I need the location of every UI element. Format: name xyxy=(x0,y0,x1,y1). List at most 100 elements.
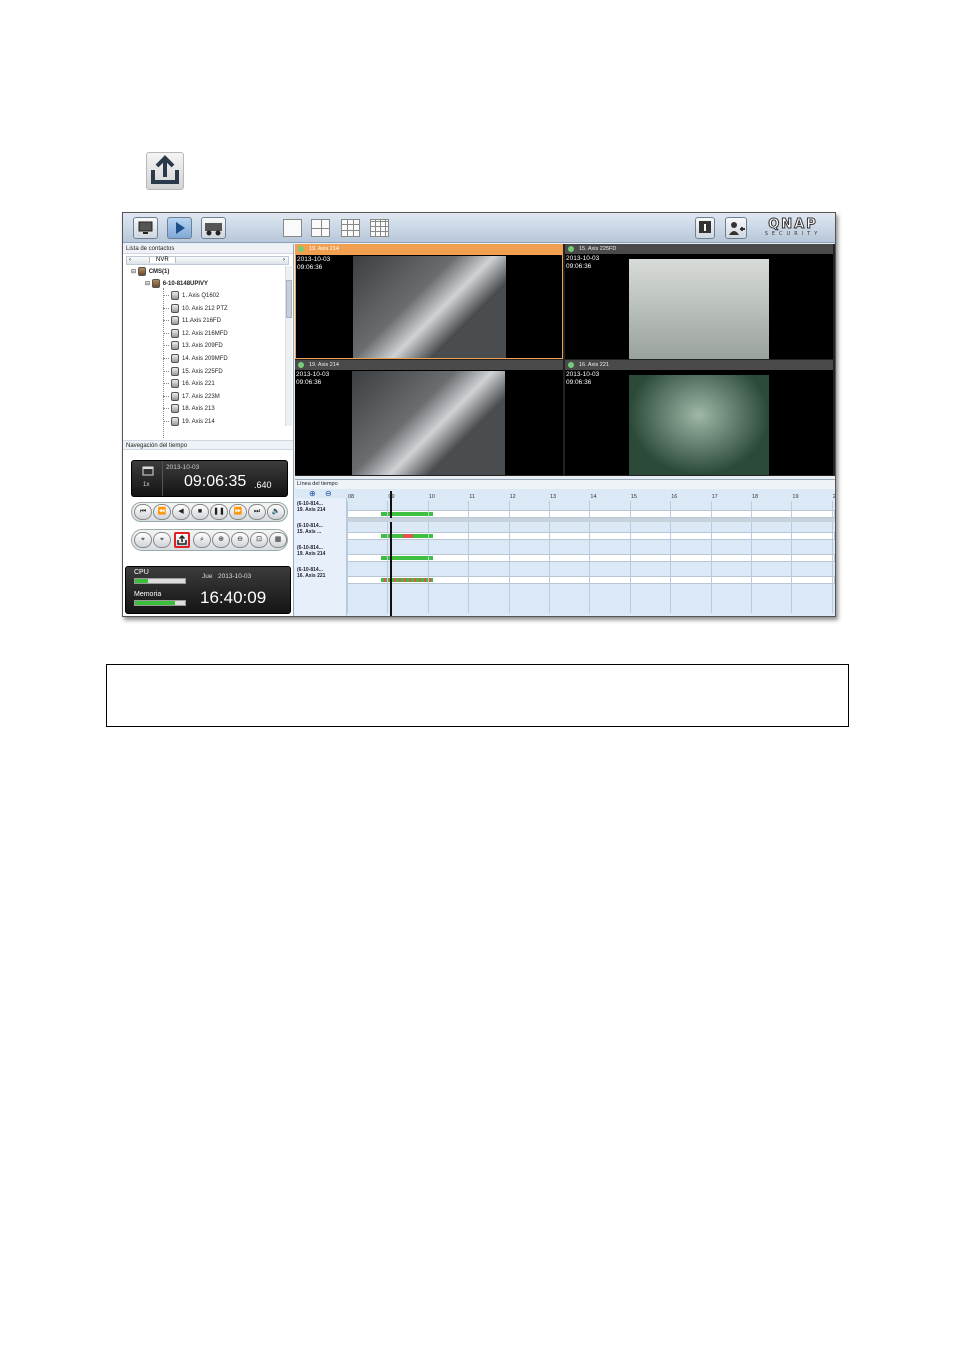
camera-icon xyxy=(171,391,179,401)
snapshot-icon[interactable]: ⊡ xyxy=(250,532,268,548)
timeline-zoom-out-icon[interactable]: ⊖ xyxy=(325,489,332,498)
timeline-title: Línea del tiempo xyxy=(295,480,835,489)
camera-status-icon xyxy=(568,246,574,252)
timeline-track[interactable] xyxy=(347,576,835,584)
tree-scrollbar[interactable] xyxy=(285,266,292,426)
timeline-hour-label: 16 xyxy=(671,494,678,500)
scroll-right-arrow[interactable]: › xyxy=(283,257,285,263)
camera-icon xyxy=(171,404,179,414)
timeline-row-label: (6-10-814... 16. Axis 221 xyxy=(297,567,326,579)
monitor-mode-button[interactable] xyxy=(133,217,158,239)
reverse-play-button[interactable]: ◀ xyxy=(172,504,190,520)
layout-4x4-button[interactable] xyxy=(370,219,389,237)
stop-button[interactable]: ■ xyxy=(191,504,209,520)
fast-forward-button[interactable]: ⏩ xyxy=(229,504,247,520)
tree-camera-item[interactable]: 14. Axis 209MFD xyxy=(163,353,228,365)
volume-icon[interactable]: 🔈 xyxy=(267,504,285,520)
timeline-hour-label: 15 xyxy=(630,494,637,500)
status-day: Jue xyxy=(202,573,213,580)
info-button[interactable] xyxy=(695,217,715,239)
status-date: 2013-10-03 xyxy=(218,573,252,580)
server-icon xyxy=(137,266,146,276)
contacts-title: Lista de contactos xyxy=(123,244,293,254)
status-clock: 16:40:09 xyxy=(200,588,267,607)
tree-camera-item[interactable]: 16. Axis 221 xyxy=(163,378,215,390)
map-pin-icon[interactable]: ⌖ xyxy=(134,532,152,548)
user-button[interactable] xyxy=(725,217,747,239)
tree-camera-item[interactable]: 1. Axis Q1602 xyxy=(163,290,219,302)
export-button[interactable] xyxy=(174,532,190,548)
video-cell-header[interactable]: 15. Axis 225FD xyxy=(565,244,833,254)
skip-start-button[interactable]: ⏮ xyxy=(134,504,152,520)
zoom-in-icon[interactable]: ⊕ xyxy=(212,532,230,548)
timeline-cursor[interactable] xyxy=(390,491,392,616)
camera-icon xyxy=(171,341,179,351)
calendar-icon[interactable] xyxy=(142,465,154,476)
timeline-hour-label: 14 xyxy=(590,494,597,500)
tree-camera-item[interactable]: 18. Axis 213 xyxy=(163,403,215,415)
camera-status-icon xyxy=(298,246,304,252)
skip-end-button[interactable]: ⏭ xyxy=(248,504,266,520)
timeline-track[interactable] xyxy=(347,510,835,518)
left-pane: Lista de contactos ‹ NVR › ⊟ CMS(1) ⊟ 6-… xyxy=(123,244,294,616)
search-icon[interactable]: ⌕ xyxy=(193,532,211,548)
timeline-hour-label: 10 xyxy=(428,494,435,500)
tab-nvr[interactable]: NVR xyxy=(149,257,176,263)
cpu-bar xyxy=(134,578,186,584)
tree-camera-item[interactable]: 12. Axis 216MFD xyxy=(163,328,228,340)
video-cell-header[interactable]: 16. Axis 221 xyxy=(565,360,833,370)
timeline-row-label: (6-10-814... 19. Axis 214 xyxy=(297,545,326,557)
pin-edit-icon[interactable]: ⌖ xyxy=(153,532,171,548)
rewind-button[interactable]: ⏪ xyxy=(153,504,171,520)
timeline-hour-label: 2 xyxy=(832,494,836,500)
grid-view-icon[interactable]: ▦ xyxy=(269,532,287,548)
timeline-track[interactable] xyxy=(347,554,835,562)
camera-icon xyxy=(171,316,179,326)
tree-camera-item[interactable]: 19. Axis 214 xyxy=(163,416,215,428)
layout-3x3-button[interactable] xyxy=(341,219,360,237)
timeline-hour-label: 13 xyxy=(550,494,557,500)
video-cell[interactable]: 2013-10-03 09:06:36 xyxy=(565,254,833,359)
video-cell-header[interactable]: 19. Axis 214 xyxy=(295,360,563,370)
tree-camera-item[interactable]: 11.Axis 216FD xyxy=(163,315,221,327)
video-timestamp: 2013-10-03 09:06:36 xyxy=(297,256,331,271)
playback-controls: ⏮ ⏪ ◀ ■ ❚❚ ⏩ ⏭ 🔈 xyxy=(131,502,288,522)
video-cell[interactable]: 2013-10-03 09:06:36 xyxy=(295,370,563,475)
timeline-zoom-in-icon[interactable]: ⊕ xyxy=(309,489,316,498)
camera-icon xyxy=(171,366,179,376)
zoom-out-icon[interactable]: ⊖ xyxy=(231,532,249,548)
tree-camera-item[interactable]: 17. Axis 223M xyxy=(163,391,220,403)
nvr-icon xyxy=(151,278,160,288)
scroll-left-arrow[interactable]: ‹ xyxy=(129,257,131,263)
tree-camera-item[interactable]: 15. Axis 225FD xyxy=(163,366,223,378)
qnap-logo: QNAP SECURITY xyxy=(764,217,822,238)
layout-2x2-button[interactable] xyxy=(311,219,330,237)
timeline-labels: (6-10-814... 19. Axis 214 (6-10-814... 15. … xyxy=(295,498,347,616)
timeline-track[interactable] xyxy=(347,532,835,540)
camera-frame xyxy=(352,371,505,475)
video-cell-header[interactable]: 19. Axis 214 xyxy=(295,244,563,254)
memory-label: Memoria xyxy=(134,591,162,598)
nvr-client-window: QNAP SECURITY Lista de contactos ‹ NVR › … xyxy=(122,212,836,617)
video-grid: 19. Axis 214 2013-10-03 09:06:36 15. Axis 2… xyxy=(295,244,835,476)
tree-node-server[interactable]: ⊟ 6-10-8148UPIVY xyxy=(145,278,208,290)
timeline-hour-label: 18 xyxy=(752,494,759,500)
tree-camera-item[interactable]: 10. Axis 212 PTZ xyxy=(163,303,228,315)
timeline-row-label: (6-10-814... 19. Axis 214 xyxy=(297,501,326,513)
camera-icon xyxy=(171,379,179,389)
camera-icon xyxy=(171,353,179,363)
camera-icon xyxy=(171,290,179,300)
tree-camera-item[interactable]: 13. Axis 209FD xyxy=(163,340,223,352)
playback-time: 09:06:35 xyxy=(184,473,247,490)
settings-mode-button[interactable] xyxy=(201,217,226,239)
layout-1x1-button[interactable] xyxy=(283,219,302,237)
video-cell[interactable]: 2013-10-03 09:06:36 xyxy=(565,370,833,475)
tree-node-cms[interactable]: ⊟ CMS(1) xyxy=(131,266,169,278)
timeline-hour-label: 17 xyxy=(711,494,718,500)
pause-button[interactable]: ❚❚ xyxy=(210,504,228,520)
camera-frame xyxy=(629,375,769,475)
video-cell[interactable]: 2013-10-03 09:06:36 xyxy=(295,254,563,359)
playback-mode-button[interactable] xyxy=(167,217,192,239)
timeline-row-label: (6-10-814... 15. Axis ... xyxy=(297,523,323,535)
export-icon xyxy=(146,152,184,190)
